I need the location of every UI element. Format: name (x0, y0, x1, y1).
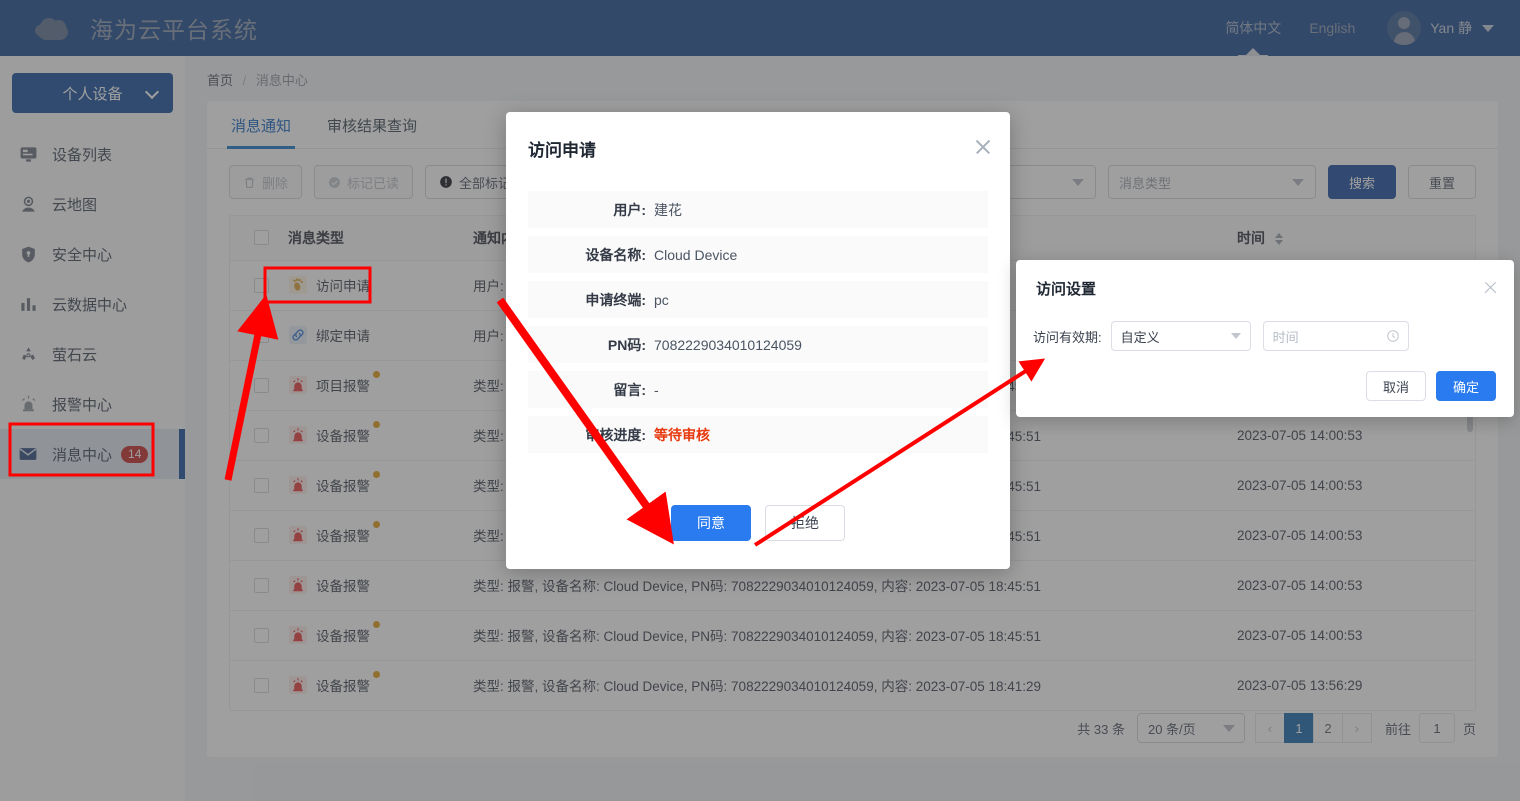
time-input[interactable]: 时间 (1262, 321, 1409, 351)
access-settings-title: 访问设置 (1036, 281, 1097, 298)
access-request-info-row: PN码: 7082229034010124059 (528, 326, 988, 363)
access-request-info-row: 留言: - (528, 371, 988, 408)
reject-button[interactable]: 拒绝 (765, 505, 845, 541)
approve-button[interactable]: 同意 (671, 505, 751, 541)
info-label: 审核进度: (585, 426, 646, 443)
app-root: 海为云平台系统 简体中文 English Yan 静 个人设备 设备列表 (0, 0, 1520, 801)
access-request-info-row: 申请终端: pc (528, 281, 988, 318)
info-value: pc (654, 291, 669, 308)
info-value: 建花 (654, 201, 682, 218)
access-settings-dialog: 访问设置 访问有效期: 自定义 时间 取消 确定 (1016, 260, 1514, 417)
access-request-modal-title: 访问申请 (528, 141, 596, 160)
close-icon[interactable] (1483, 280, 1498, 295)
info-label: 设备名称: (585, 246, 646, 263)
validity-select-value: 自定义 (1120, 329, 1160, 345)
access-request-info-row: 用户: 建花 (528, 191, 988, 228)
info-label: 用户: (613, 201, 646, 218)
access-request-info-list: 用户: 建花设备名称: Cloud Device 申请终端: pc PN码: 7082229… (528, 191, 988, 453)
info-value: - (654, 381, 659, 398)
close-icon[interactable] (974, 138, 992, 156)
access-settings-form: 访问有效期: 自定义 时间 (1033, 321, 1514, 351)
validity-select[interactable]: 自定义 (1110, 321, 1251, 351)
confirm-button[interactable]: 确定 (1435, 371, 1496, 401)
validity-label: 访问有效期: (1033, 329, 1102, 345)
info-label: 申请终端: (585, 291, 646, 308)
time-input-placeholder: 时间 (1272, 329, 1299, 345)
access-request-info-row: 设备名称: Cloud Device (528, 236, 988, 273)
access-request-modal: 访问申请 用户: 建花设备名称: Cloud Device 申请终端: pc PN码: 70… (506, 112, 1010, 569)
info-value: 等待审核 (654, 426, 710, 443)
access-request-info-row: 审核进度: 等待审核 (528, 416, 988, 453)
cancel-button[interactable]: 取消 (1365, 371, 1426, 401)
chevron-down-icon (1230, 333, 1241, 339)
info-label: 留言: (613, 381, 646, 398)
info-label: PN码: (607, 336, 646, 353)
info-value: 7082229034010124059 (654, 336, 802, 353)
clock-icon (1386, 329, 1400, 343)
access-settings-actions: 取消 确定 (1365, 371, 1496, 401)
info-value: Cloud Device (654, 246, 738, 263)
access-request-actions: 同意 拒绝 (506, 505, 1010, 541)
